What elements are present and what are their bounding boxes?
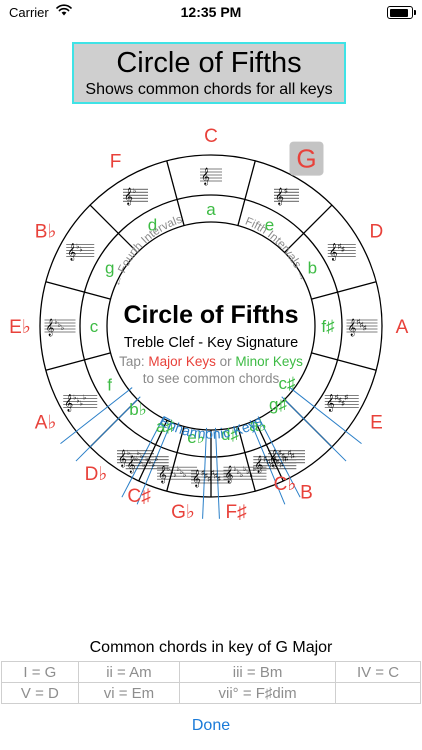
title-banner: Circle of Fifths Shows common chords for… (72, 42, 346, 104)
major-key-label[interactable]: C♯ (127, 486, 150, 507)
minor-key-label[interactable]: f (107, 376, 112, 395)
svg-text:𝄞: 𝄞 (275, 188, 284, 205)
status-time: 12:35 PM (180, 4, 242, 20)
key-signature-staff: 𝄞 ♯ ♯ ♯♯ (324, 395, 359, 412)
sector-divider (89, 204, 138, 253)
svg-text:𝄞: 𝄞 (127, 456, 136, 473)
battery-level (389, 8, 409, 17)
svg-text:𝄞: 𝄞 (201, 168, 210, 185)
chord-row: V = D vi = Em vii° = F♯dim (1, 682, 421, 704)
minor-key-label[interactable]: c (90, 317, 99, 336)
major-key-label[interactable]: F♯ (225, 502, 246, 523)
sector-divider (237, 160, 256, 226)
svg-text:♯: ♯ (291, 453, 295, 460)
major-key-label[interactable]: G♭ (171, 502, 195, 523)
svg-text:♯: ♯ (283, 456, 287, 463)
major-key-label[interactable]: F (110, 152, 122, 173)
key-signature-staff: 𝄞 ♯ ♯ (327, 244, 356, 261)
svg-text:♯: ♯ (341, 247, 345, 254)
chord-table: I = G ii = Am iii = Bm IV = C V = D vi =… (1, 661, 421, 704)
center-title: Circle of Fifths (123, 301, 298, 329)
chord-cell[interactable]: IV = C (335, 661, 421, 683)
home-indicator (0, 746, 422, 750)
svg-text:♯: ♯ (341, 401, 345, 408)
svg-text:𝄞: 𝄞 (254, 456, 263, 473)
major-key-label[interactable]: D (370, 222, 384, 243)
svg-text:𝄞: 𝄞 (46, 319, 55, 336)
chord-cell[interactable]: I = G (1, 661, 79, 683)
minor-key-label[interactable]: g (105, 259, 114, 278)
svg-text:♯: ♯ (279, 462, 283, 469)
svg-text:♭: ♭ (133, 187, 136, 195)
page-subtitle: Shows common chords for all keys (85, 81, 333, 98)
sector-divider (284, 204, 333, 253)
major-key-label[interactable]: B♭ (35, 222, 57, 243)
svg-text:𝄞: 𝄞 (64, 395, 73, 412)
chord-row: I = G ii = Am iii = Bm IV = C (1, 661, 421, 683)
key-signature-staff: 𝄞 ♭ ♭ ♭♭ (63, 394, 98, 412)
major-key-label[interactable]: D♭ (85, 464, 108, 485)
svg-text:𝄞: 𝄞 (118, 450, 127, 467)
svg-text:𝄞: 𝄞 (326, 395, 335, 412)
sector-divider (45, 352, 111, 371)
tap-instruction-line2: to see common chords (143, 371, 280, 386)
svg-text:♭: ♭ (83, 394, 86, 402)
major-key-label[interactable]: E (370, 413, 383, 434)
minor-key-label[interactable]: a (206, 200, 216, 219)
sector-divider (45, 281, 111, 300)
svg-text:♭: ♭ (155, 455, 158, 463)
circle-of-fifths-wheel[interactable]: CGDAEBC♭F♯G♭C♯D♭A♭E♭B♭Faebf♯c♯g♯a♭d♯e♭a♯… (0, 125, 422, 545)
svg-text:♯: ♯ (270, 462, 274, 469)
page-title: Circle of Fifths (116, 47, 302, 79)
svg-text:♯: ♯ (284, 188, 288, 195)
key-signature-staff: 𝄞 ♯ ♯ ♯ (346, 319, 378, 336)
svg-text:♯: ♯ (207, 476, 211, 483)
svg-text:𝄞: 𝄞 (67, 244, 76, 261)
key-signature-staff: 𝄞 ♭ (123, 187, 148, 205)
chord-cell[interactable]: ii = Am (77, 661, 181, 683)
svg-text:♭: ♭ (61, 324, 64, 332)
center-subtitle: Treble Clef - Key Signature (124, 335, 298, 351)
minor-key-label[interactable]: f♯ (321, 317, 335, 336)
major-key-label[interactable]: A♭ (35, 413, 57, 434)
sector-divider (311, 352, 377, 371)
chord-cell[interactable]: iii = Bm (179, 661, 336, 683)
svg-text:𝄞: 𝄞 (192, 470, 201, 487)
chord-cell (335, 682, 421, 704)
key-signature-staff: 𝄞 ♭ ♭ (66, 243, 95, 261)
major-key-label[interactable]: G (296, 144, 316, 174)
minor-key-label[interactable]: b (308, 259, 317, 278)
chord-cell[interactable]: vi = Em (77, 682, 181, 704)
chords-title: Common chords in key of G Major (89, 639, 333, 656)
chord-cell[interactable]: vii° = F♯dim (179, 682, 336, 704)
status-bar: Carrier 12:35 PM (0, 0, 422, 26)
minor-key-label[interactable]: b♭ (129, 400, 146, 419)
done-button[interactable]: Done (0, 717, 422, 735)
svg-text:𝄞: 𝄞 (124, 188, 133, 205)
major-key-label[interactable]: C♭ (274, 474, 297, 495)
svg-text:𝄞: 𝄞 (329, 244, 338, 261)
svg-text:♯: ♯ (344, 395, 348, 402)
key-signature-staff: 𝄞 (200, 168, 222, 185)
chord-cell[interactable]: V = D (1, 682, 79, 704)
svg-text:𝄞: 𝄞 (224, 466, 233, 483)
tap-instruction: Tap: Major Keys or Minor Keys (119, 354, 303, 369)
minor-key-label[interactable]: c♯ (279, 374, 297, 393)
major-key-label[interactable]: B (300, 482, 313, 503)
major-key-label[interactable]: A (396, 317, 409, 338)
major-key-label[interactable]: C (204, 126, 218, 147)
fifth-intervals-label: Fifth Intervals → (243, 216, 309, 284)
svg-text:♯: ♯ (363, 325, 367, 332)
key-signature-staff: 𝄞 ♯ (274, 188, 299, 205)
sector-divider (311, 281, 377, 300)
svg-text:♭: ♭ (79, 246, 82, 254)
key-signature-staff: 𝄞 ♭ ♭ ♭ (44, 318, 76, 336)
minor-key-label[interactable]: g♯ (269, 395, 287, 414)
svg-text:♭: ♭ (183, 471, 186, 479)
svg-text:♯: ♯ (217, 476, 221, 483)
battery-icon (387, 6, 416, 19)
svg-text:𝄞: 𝄞 (348, 319, 357, 336)
major-key-label[interactable]: E♭ (9, 317, 31, 338)
